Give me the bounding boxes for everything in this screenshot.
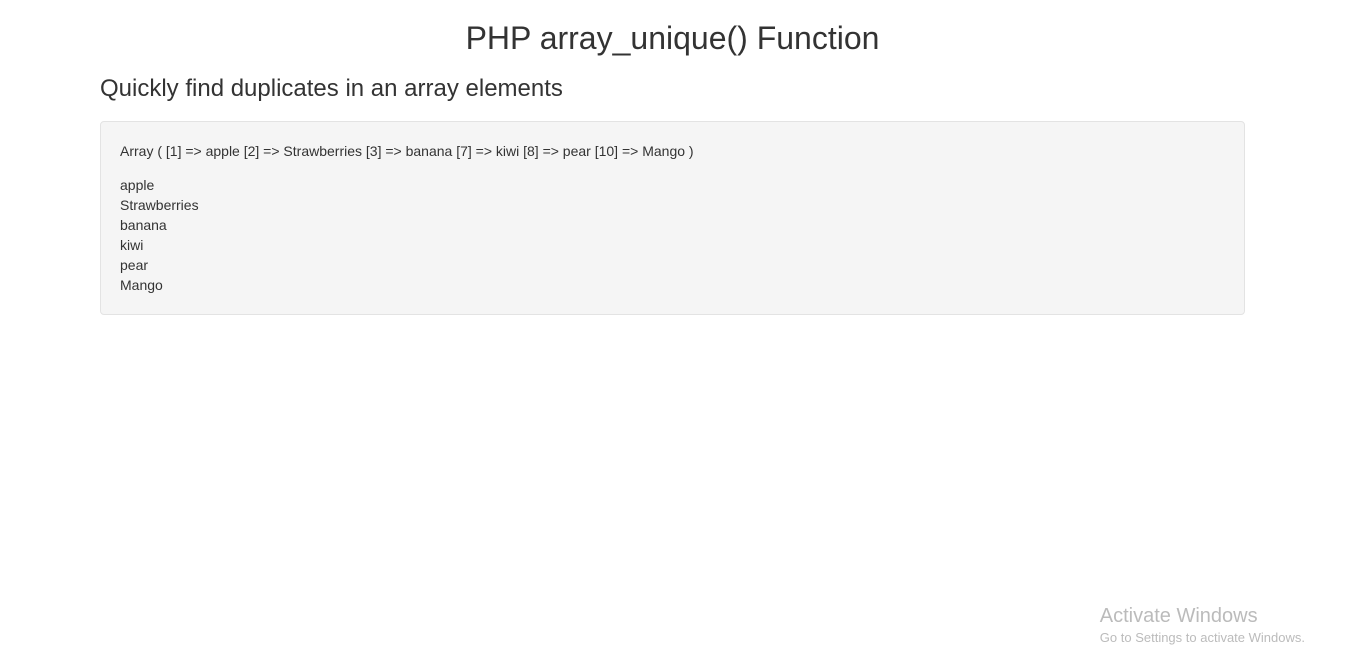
list-item: kiwi	[120, 235, 1225, 255]
list-item: Mango	[120, 275, 1225, 295]
page-subtitle: Quickly find duplicates in an array elem…	[100, 75, 1245, 103]
list-item: banana	[120, 215, 1225, 235]
page-title: PHP array_unique() Function	[100, 20, 1245, 57]
watermark-subtitle: Go to Settings to activate Windows.	[1100, 630, 1305, 645]
watermark-title: Activate Windows	[1100, 605, 1305, 628]
main-container: PHP array_unique() Function Quickly find…	[0, 20, 1345, 315]
output-well: Array ( [1] => apple [2] => Strawberries…	[100, 121, 1245, 315]
unique-items-list: apple Strawberries banana kiwi pear Mang…	[120, 175, 1225, 295]
array-dump: Array ( [1] => apple [2] => Strawberries…	[120, 141, 1225, 161]
list-item: Strawberries	[120, 195, 1225, 215]
list-item: apple	[120, 175, 1225, 195]
list-item: pear	[120, 255, 1225, 275]
windows-watermark: Activate Windows Go to Settings to activ…	[1100, 605, 1305, 645]
